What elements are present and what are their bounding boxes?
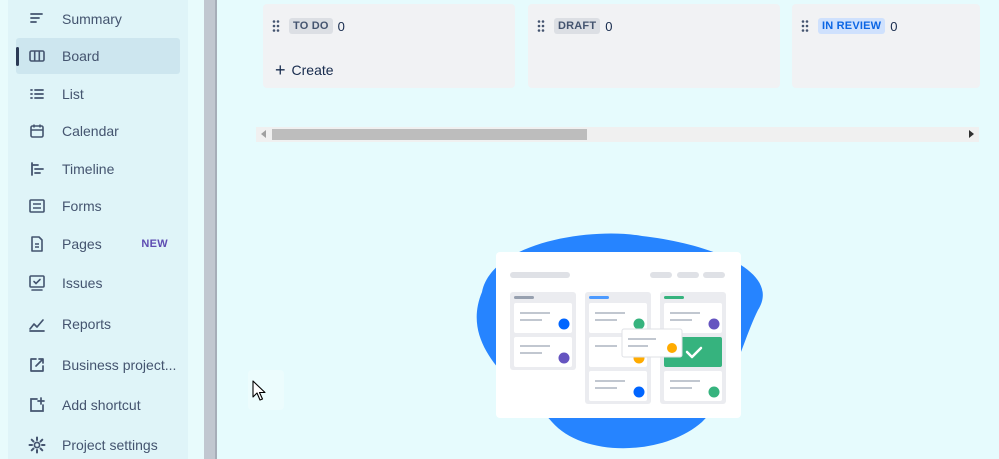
sidebar-item-label: Reports: [62, 316, 112, 332]
sidebar-item-label: Issues: [62, 275, 103, 291]
sidebar-item-pages[interactable]: Pages NEW: [16, 226, 180, 262]
sidebar-item-label: Business project...: [62, 357, 177, 373]
drag-handle-icon[interactable]: [800, 19, 810, 33]
plus-icon: +: [275, 60, 286, 80]
horizontal-scrollbar[interactable]: [256, 127, 979, 142]
new-badge: NEW: [141, 238, 168, 250]
board-icon: [28, 47, 46, 65]
sidebar-item-reports[interactable]: Reports: [16, 306, 180, 342]
column-title: DRAFT: [554, 18, 601, 34]
sidebar-item-label: List: [62, 86, 84, 102]
sidebar-item-label: Project settings: [62, 437, 158, 453]
scroll-left-arrow-icon[interactable]: [261, 130, 266, 138]
create-issue-button[interactable]: + Create: [275, 60, 334, 80]
gear-icon: [28, 436, 46, 454]
drag-handle-icon[interactable]: [271, 19, 281, 33]
sidebar-item-project-settings[interactable]: Project settings: [16, 427, 180, 459]
board-column-in-review: IN REVIEW 0: [792, 4, 980, 88]
board-column-draft: DRAFT 0: [528, 4, 780, 88]
scroll-right-arrow-icon[interactable]: [969, 130, 974, 138]
sidebar-item-label: Forms: [62, 198, 102, 214]
sidebar-item-timeline[interactable]: Timeline: [16, 151, 180, 187]
summary-icon: [28, 10, 46, 28]
sidebar: Summary Board List Calendar Timeline For…: [0, 0, 204, 459]
column-header: TO DO 0: [271, 18, 345, 34]
sidebar-item-label: Add shortcut: [62, 397, 141, 413]
list-icon: [28, 85, 46, 103]
column-title: TO DO: [289, 18, 333, 34]
sidebar-item-label: Pages: [62, 236, 102, 252]
create-label: Create: [291, 62, 334, 78]
timeline-icon: [28, 160, 46, 178]
sidebar-item-label: Calendar: [62, 123, 119, 139]
drag-handle-icon[interactable]: [536, 19, 546, 33]
sidebar-item-list[interactable]: List: [16, 76, 180, 112]
sidebar-resize-handle[interactable]: [204, 0, 217, 459]
active-indicator: [16, 47, 19, 66]
column-count: 0: [337, 18, 345, 34]
column-count: 0: [890, 18, 898, 34]
sidebar-item-business-project[interactable]: Business project...: [16, 347, 180, 383]
column-count: 0: [605, 18, 613, 34]
scrollbar-thumb[interactable]: [272, 129, 587, 140]
external-link-icon: [28, 356, 46, 374]
sidebar-item-label: Summary: [62, 11, 122, 27]
column-title: IN REVIEW: [818, 18, 886, 34]
add-shortcut-icon: [28, 396, 46, 414]
sidebar-item-forms[interactable]: Forms: [16, 188, 180, 224]
column-header: IN REVIEW 0: [800, 18, 897, 34]
sidebar-item-board[interactable]: Board: [16, 38, 180, 74]
sidebar-item-calendar[interactable]: Calendar: [16, 113, 180, 149]
sidebar-item-summary[interactable]: Summary: [16, 1, 180, 37]
mouse-cursor-icon: [252, 380, 266, 401]
reports-icon: [28, 315, 46, 333]
sidebar-item-add-shortcut[interactable]: Add shortcut: [16, 387, 180, 423]
sidebar-item-issues[interactable]: Issues: [16, 265, 180, 301]
empty-board-illustration: [476, 233, 763, 449]
sidebar-item-label: Board: [62, 48, 100, 64]
sidebar-item-label: Timeline: [62, 161, 115, 177]
board-column-todo: TO DO 0 + Create: [263, 4, 515, 88]
column-header: DRAFT 0: [536, 18, 613, 34]
issues-icon: [28, 274, 46, 292]
calendar-icon: [28, 122, 46, 140]
forms-icon: [28, 197, 46, 215]
pages-icon: [28, 235, 46, 253]
